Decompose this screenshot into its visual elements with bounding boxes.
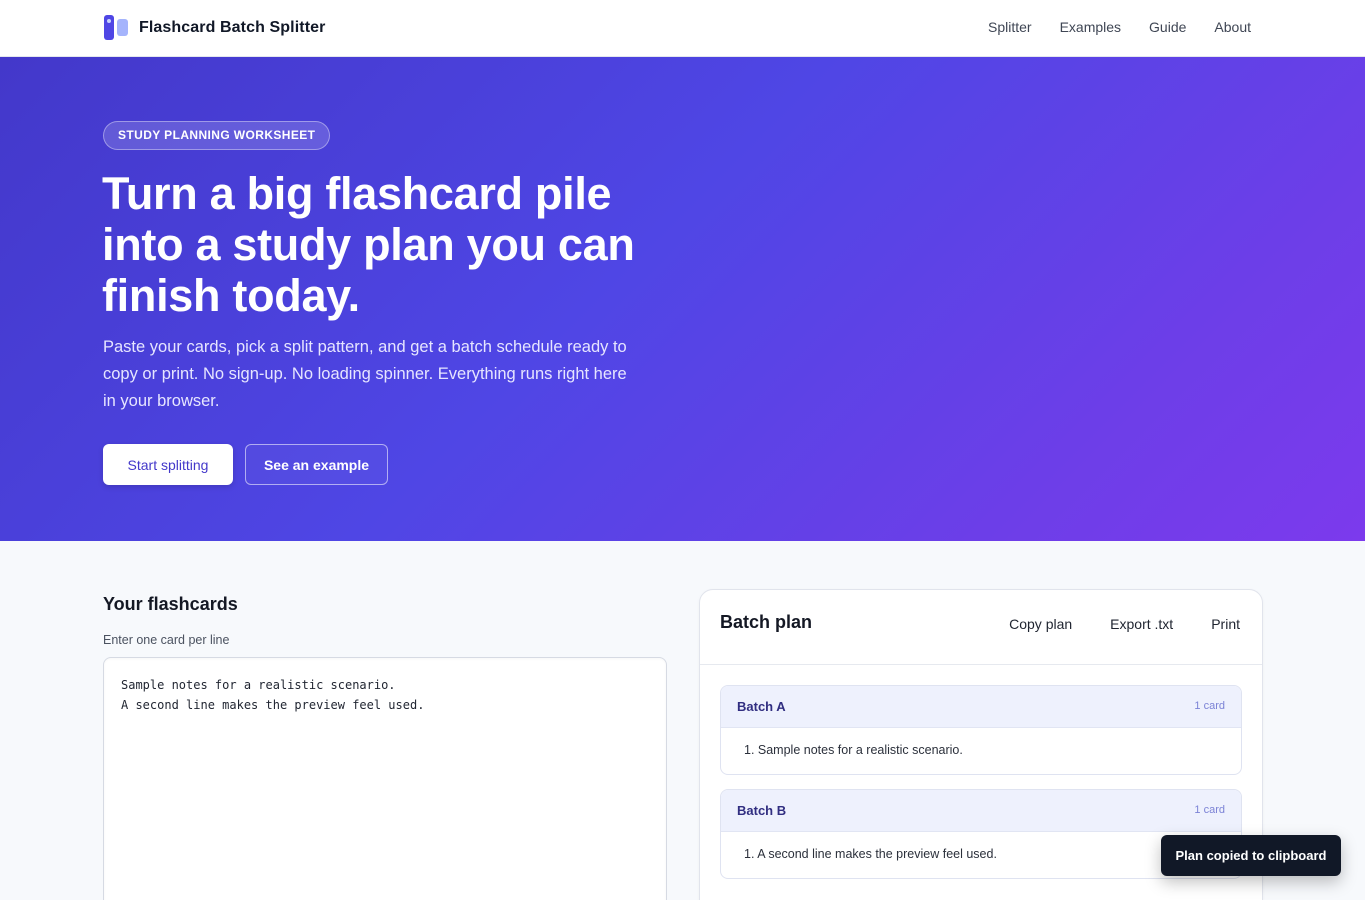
flashcard-logo-icon [104,15,128,41]
nav-splitter[interactable]: Splitter [988,19,1032,35]
print-button[interactable]: Print [1173,616,1240,632]
toast-notification: Plan copied to clipboard [1161,835,1341,876]
start-splitting-button[interactable]: Start splitting [103,444,233,485]
see-example-button[interactable]: See an example [245,444,388,485]
batch-header: Batch A 1 card [721,686,1241,728]
top-navbar: Flashcard Batch Splitter Splitter Exampl… [0,0,1365,57]
batch-count: 1 card [1194,804,1225,816]
batch-plan-header: Batch plan Copy plan Export .txt Print [700,590,1262,665]
flashcards-heading: Your flashcards [103,594,238,614]
batch-plan-actions: Copy plan Export .txt Print [1009,616,1240,632]
brand[interactable]: Flashcard Batch Splitter [104,15,325,41]
nav-about[interactable]: About [1214,19,1251,35]
batch-list-item: 1. Sample notes for a realistic scenario… [744,743,963,757]
batch-name: Batch B [737,803,787,818]
nav-examples[interactable]: Examples [1060,19,1121,35]
batch-card: Batch A 1 card 1. Sample notes for a rea… [720,685,1242,775]
nav-guide[interactable]: Guide [1149,19,1186,35]
hero-section: STUDY PLANNING WORKSHEET Turn a big flas… [0,57,1365,541]
batch-list-item: 1. A second line makes the preview feel … [744,847,997,861]
flashcards-input-label: Enter one card per line [103,633,230,647]
batch-count: 1 card [1194,700,1225,712]
hero-subtitle: Paste your cards, pick a split pattern, … [103,338,627,410]
export-txt-button[interactable]: Export .txt [1072,616,1173,632]
hero-badge: STUDY PLANNING WORKSHEET [103,121,331,150]
hero-title: Turn a big flashcard pile into a study p… [102,168,635,321]
main-nav: Splitter Examples Guide About [988,19,1251,35]
batch-header: Batch B 1 card [721,790,1241,832]
batch-name: Batch A [737,699,786,714]
flashcards-textarea[interactable]: Sample notes for a realistic scenario. A… [103,657,667,900]
copy-plan-button[interactable]: Copy plan [1009,616,1072,632]
app-name: Flashcard Batch Splitter [139,19,326,36]
batch-plan-title: Batch plan [720,612,813,632]
